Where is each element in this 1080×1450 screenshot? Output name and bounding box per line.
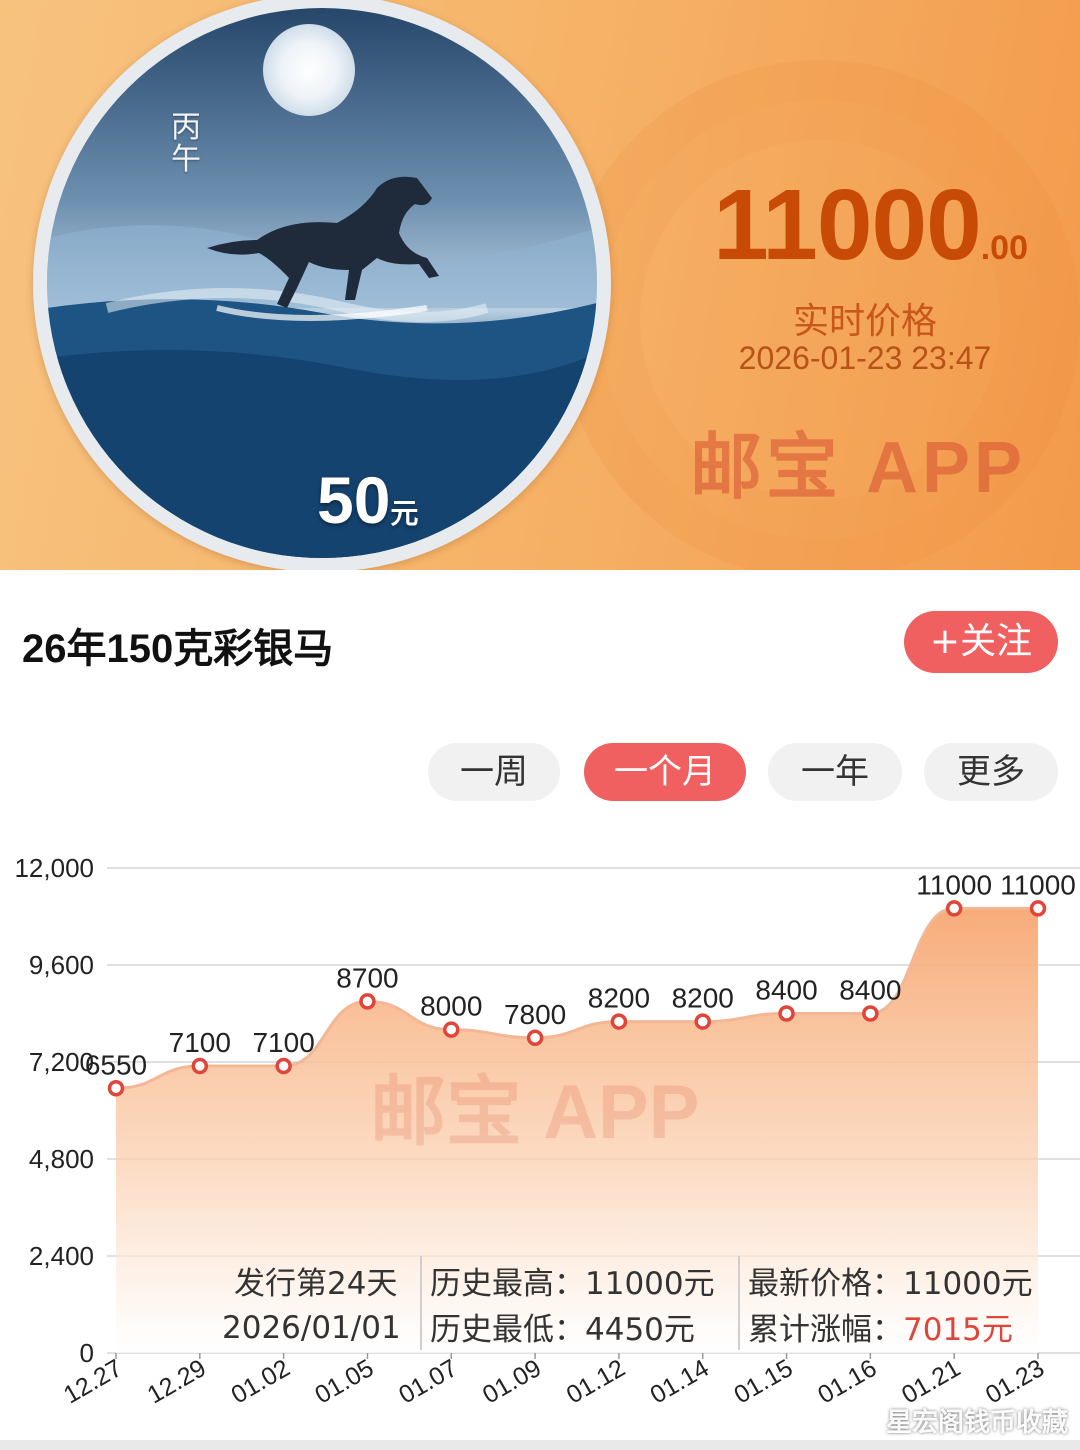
footer-watermark: 星宏阁钱币收藏 [885, 1408, 1068, 1438]
history-low-label: 历史最低： [430, 1312, 585, 1348]
coin-year-text: 丙午 [171, 110, 201, 177]
latest-price-label: 最新价格： [748, 1266, 903, 1302]
data-point [694, 1013, 711, 1030]
data-point [778, 1005, 795, 1022]
y-tick-label: 2,400 [29, 1241, 94, 1271]
stats-divider [420, 1256, 422, 1350]
history-high-value: 11000元 [585, 1266, 715, 1302]
cumulative-rise-value: 7015元 [903, 1312, 1013, 1348]
tab-one-month[interactable]: 一个月 [584, 743, 746, 801]
data-point [945, 900, 963, 917]
follow-button[interactable]: +关注 [904, 611, 1058, 673]
history-low-value: 4450元 [585, 1312, 695, 1348]
data-label: 11000 [916, 869, 992, 900]
price-label: 实时价格 [792, 301, 937, 342]
tab-more[interactable]: 更多 [924, 743, 1058, 801]
data-label: 11000 [1000, 869, 1076, 900]
x-tick-label: 01.15 [729, 1354, 797, 1410]
history-high: 历史最高：11000元 [430, 1262, 715, 1306]
banner-watermark: 邮宝 APP [690, 428, 1027, 508]
coin-denomination-unit: 元 [390, 498, 419, 529]
y-tick-label: 4,800 [29, 1144, 94, 1174]
x-tick-label: 01.12 [562, 1354, 630, 1410]
x-tick-label: 01.07 [394, 1354, 462, 1410]
coin-image: 丙午 50元 [33, 0, 611, 570]
data-point [610, 1013, 628, 1030]
data-label: 8700 [336, 962, 398, 993]
price-decimal: .00 [980, 229, 1028, 267]
coin-denomination: 50元 [317, 462, 418, 538]
data-label: 7800 [504, 999, 566, 1030]
coin-denomination-value: 50 [317, 463, 391, 537]
y-axis-labels: 02,4004,8007,2009,60012,000 [14, 853, 94, 1368]
y-tick-label: 0 [80, 1338, 94, 1368]
product-title: 26年150克彩银马 [22, 627, 334, 671]
data-point [1029, 900, 1047, 917]
data-label: 8000 [420, 991, 482, 1022]
cumulative-rise-label: 累计涨幅： [748, 1312, 903, 1348]
price-timestamp: 2026-01-23 23:47 [738, 340, 992, 376]
data-point [359, 993, 376, 1010]
data-label: 7100 [169, 1027, 231, 1058]
data-point [275, 1057, 292, 1075]
chart-watermark: 邮宝 APP [370, 1070, 699, 1155]
x-tick-label: 12.29 [143, 1354, 211, 1410]
x-tick-label: 01.05 [310, 1354, 378, 1410]
y-tick-label: 12,000 [14, 853, 94, 883]
data-point [443, 1021, 460, 1038]
latest-price: 最新价格：11000元 [748, 1262, 1033, 1306]
issue-date: 2026/01/01 [222, 1310, 401, 1346]
data-label: 7100 [252, 1027, 314, 1058]
data-point [526, 1029, 544, 1046]
x-tick-label: 01.14 [646, 1354, 714, 1410]
x-tick-label: 01.09 [478, 1354, 546, 1410]
data-point [191, 1057, 209, 1075]
latest-price-value: 11000元 [903, 1266, 1033, 1302]
data-label: 8400 [839, 975, 901, 1006]
x-tick-label: 01.16 [813, 1354, 881, 1410]
x-tick-label: 01.02 [226, 1354, 294, 1410]
moon [263, 24, 355, 116]
data-label: 6550 [85, 1049, 147, 1080]
history-high-label: 历史最高： [430, 1266, 585, 1302]
cumulative-rise: 累计涨幅：7015元 [748, 1308, 1013, 1352]
issue-days: 发行第24天 [234, 1266, 398, 1302]
history-low: 历史最低：4450元 [430, 1308, 695, 1352]
product-banner: 丙午 50元 11000.00 实时价格 2026-01-23 23:47 邮宝… [0, 0, 1080, 570]
data-point [862, 1005, 879, 1022]
price-integer: 11000 [713, 169, 982, 281]
y-tick-label: 9,600 [29, 950, 94, 980]
tab-one-week[interactable]: 一周 [428, 743, 560, 801]
tab-one-year[interactable]: 一年 [768, 743, 902, 801]
stats-divider [738, 1256, 740, 1350]
current-price: 11000.00 [713, 168, 1028, 283]
data-label: 8400 [755, 975, 817, 1006]
bottom-bar [0, 1440, 1080, 1450]
x-axis-labels: 12.27 12.29 01.02 01.05 01.07 01.09 01.12 01.14… [59, 1353, 1049, 1409]
data-point [107, 1080, 125, 1097]
data-label: 8200 [588, 983, 650, 1014]
data-label: 8200 [672, 983, 734, 1014]
